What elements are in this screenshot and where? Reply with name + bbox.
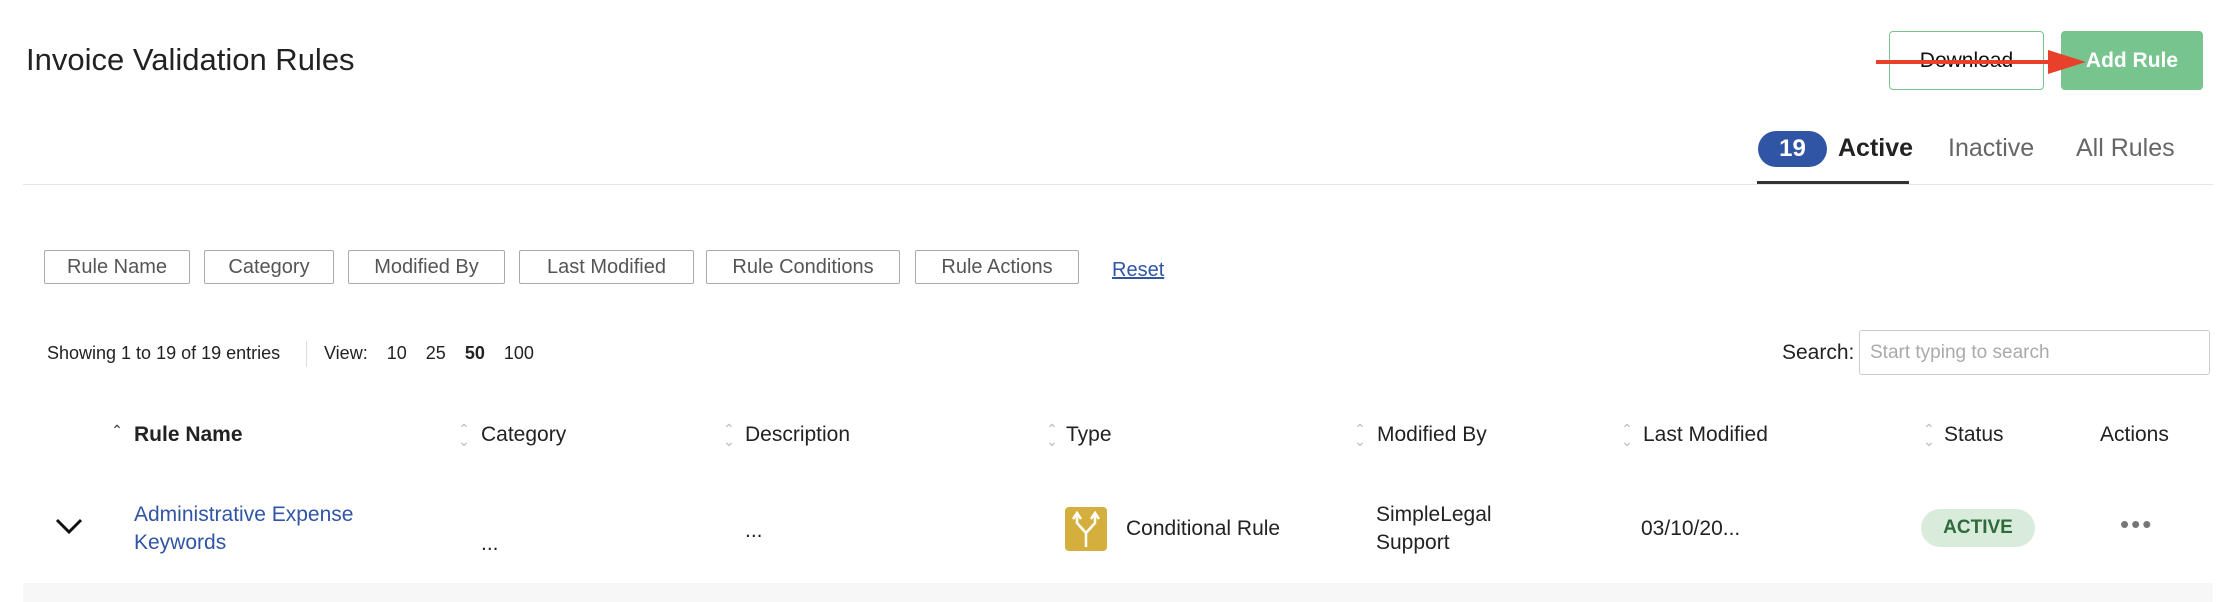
view-option-25[interactable]: 25: [426, 343, 446, 363]
row-category: ...: [481, 532, 499, 555]
reset-link[interactable]: Reset: [1112, 259, 1164, 282]
filter-modified-by[interactable]: Modified By: [348, 250, 505, 284]
view-option-10[interactable]: 10: [387, 343, 407, 363]
split-arrows-icon: [1065, 507, 1107, 551]
filter-rule-actions[interactable]: Rule Actions: [915, 250, 1079, 284]
filter-last-modified[interactable]: Last Modified: [519, 250, 694, 284]
tab-all-rules[interactable]: All Rules: [2076, 134, 2175, 163]
view-label: View:: [324, 343, 368, 363]
modified-by-line1: SimpleLegal: [1376, 503, 1492, 526]
col-rule-name[interactable]: Rule Name: [134, 423, 243, 447]
col-description[interactable]: Description: [745, 423, 850, 447]
rule-name-line1[interactable]: Administrative Expense: [134, 501, 353, 529]
rule-name-line2[interactable]: Keywords: [134, 529, 353, 557]
search-input[interactable]: [1859, 330, 2210, 375]
sort-icon[interactable]: ⌃ ⌄: [722, 422, 736, 448]
divider: [23, 184, 2213, 185]
view-option-50[interactable]: 50: [465, 343, 485, 363]
active-count-badge: 19: [1758, 131, 1827, 167]
sort-icon[interactable]: ⌃ ⌄: [457, 422, 471, 448]
row-description: ...: [745, 519, 763, 542]
view-option-100[interactable]: 100: [504, 343, 534, 363]
filter-category[interactable]: Category: [204, 250, 334, 284]
row-type: Conditional Rule: [1126, 517, 1281, 540]
annotation-arrow-icon: [1876, 50, 2086, 74]
modified-by-line2: Support: [1376, 531, 1450, 554]
col-last-modified[interactable]: Last Modified: [1643, 423, 1768, 447]
search-label: Search:: [1782, 341, 1855, 364]
col-status[interactable]: Status: [1944, 423, 2004, 447]
tab-inactive[interactable]: Inactive: [1948, 134, 2034, 163]
rule-name-link[interactable]: Administrative Expense Keywords: [134, 501, 353, 557]
separator: [306, 341, 307, 367]
row-modified-by: SimpleLegal Support: [1376, 501, 1492, 557]
sort-icon[interactable]: ⌃ ⌄: [1620, 422, 1634, 448]
view-selector: View: 10 25 50 100: [324, 343, 548, 364]
sort-icon[interactable]: ⌃ ⌄: [1353, 422, 1367, 448]
next-row: [23, 583, 2213, 602]
sort-icon[interactable]: ⌃ ⌄: [1922, 422, 1936, 448]
filter-rule-name[interactable]: Rule Name: [44, 250, 190, 284]
col-category[interactable]: Category: [481, 423, 566, 447]
filter-rule-conditions[interactable]: Rule Conditions: [706, 250, 900, 284]
chevron-down-icon[interactable]: [54, 517, 84, 535]
page-title: Invoice Validation Rules: [26, 42, 355, 77]
status-badge: ACTIVE: [1921, 509, 2035, 547]
more-actions-icon[interactable]: •••: [2120, 510, 2153, 538]
entries-info: Showing 1 to 19 of 19 entries: [47, 343, 281, 363]
col-type[interactable]: Type: [1066, 423, 1112, 447]
row-last-modified: 03/10/20...: [1641, 517, 1741, 540]
col-modified-by[interactable]: Modified By: [1377, 423, 1487, 447]
sort-asc-icon[interactable]: ⌃: [110, 423, 124, 437]
sort-icon[interactable]: ⌃ ⌄: [1045, 422, 1059, 448]
tab-active[interactable]: Active: [1838, 134, 1913, 163]
col-actions: Actions: [2100, 423, 2169, 446]
